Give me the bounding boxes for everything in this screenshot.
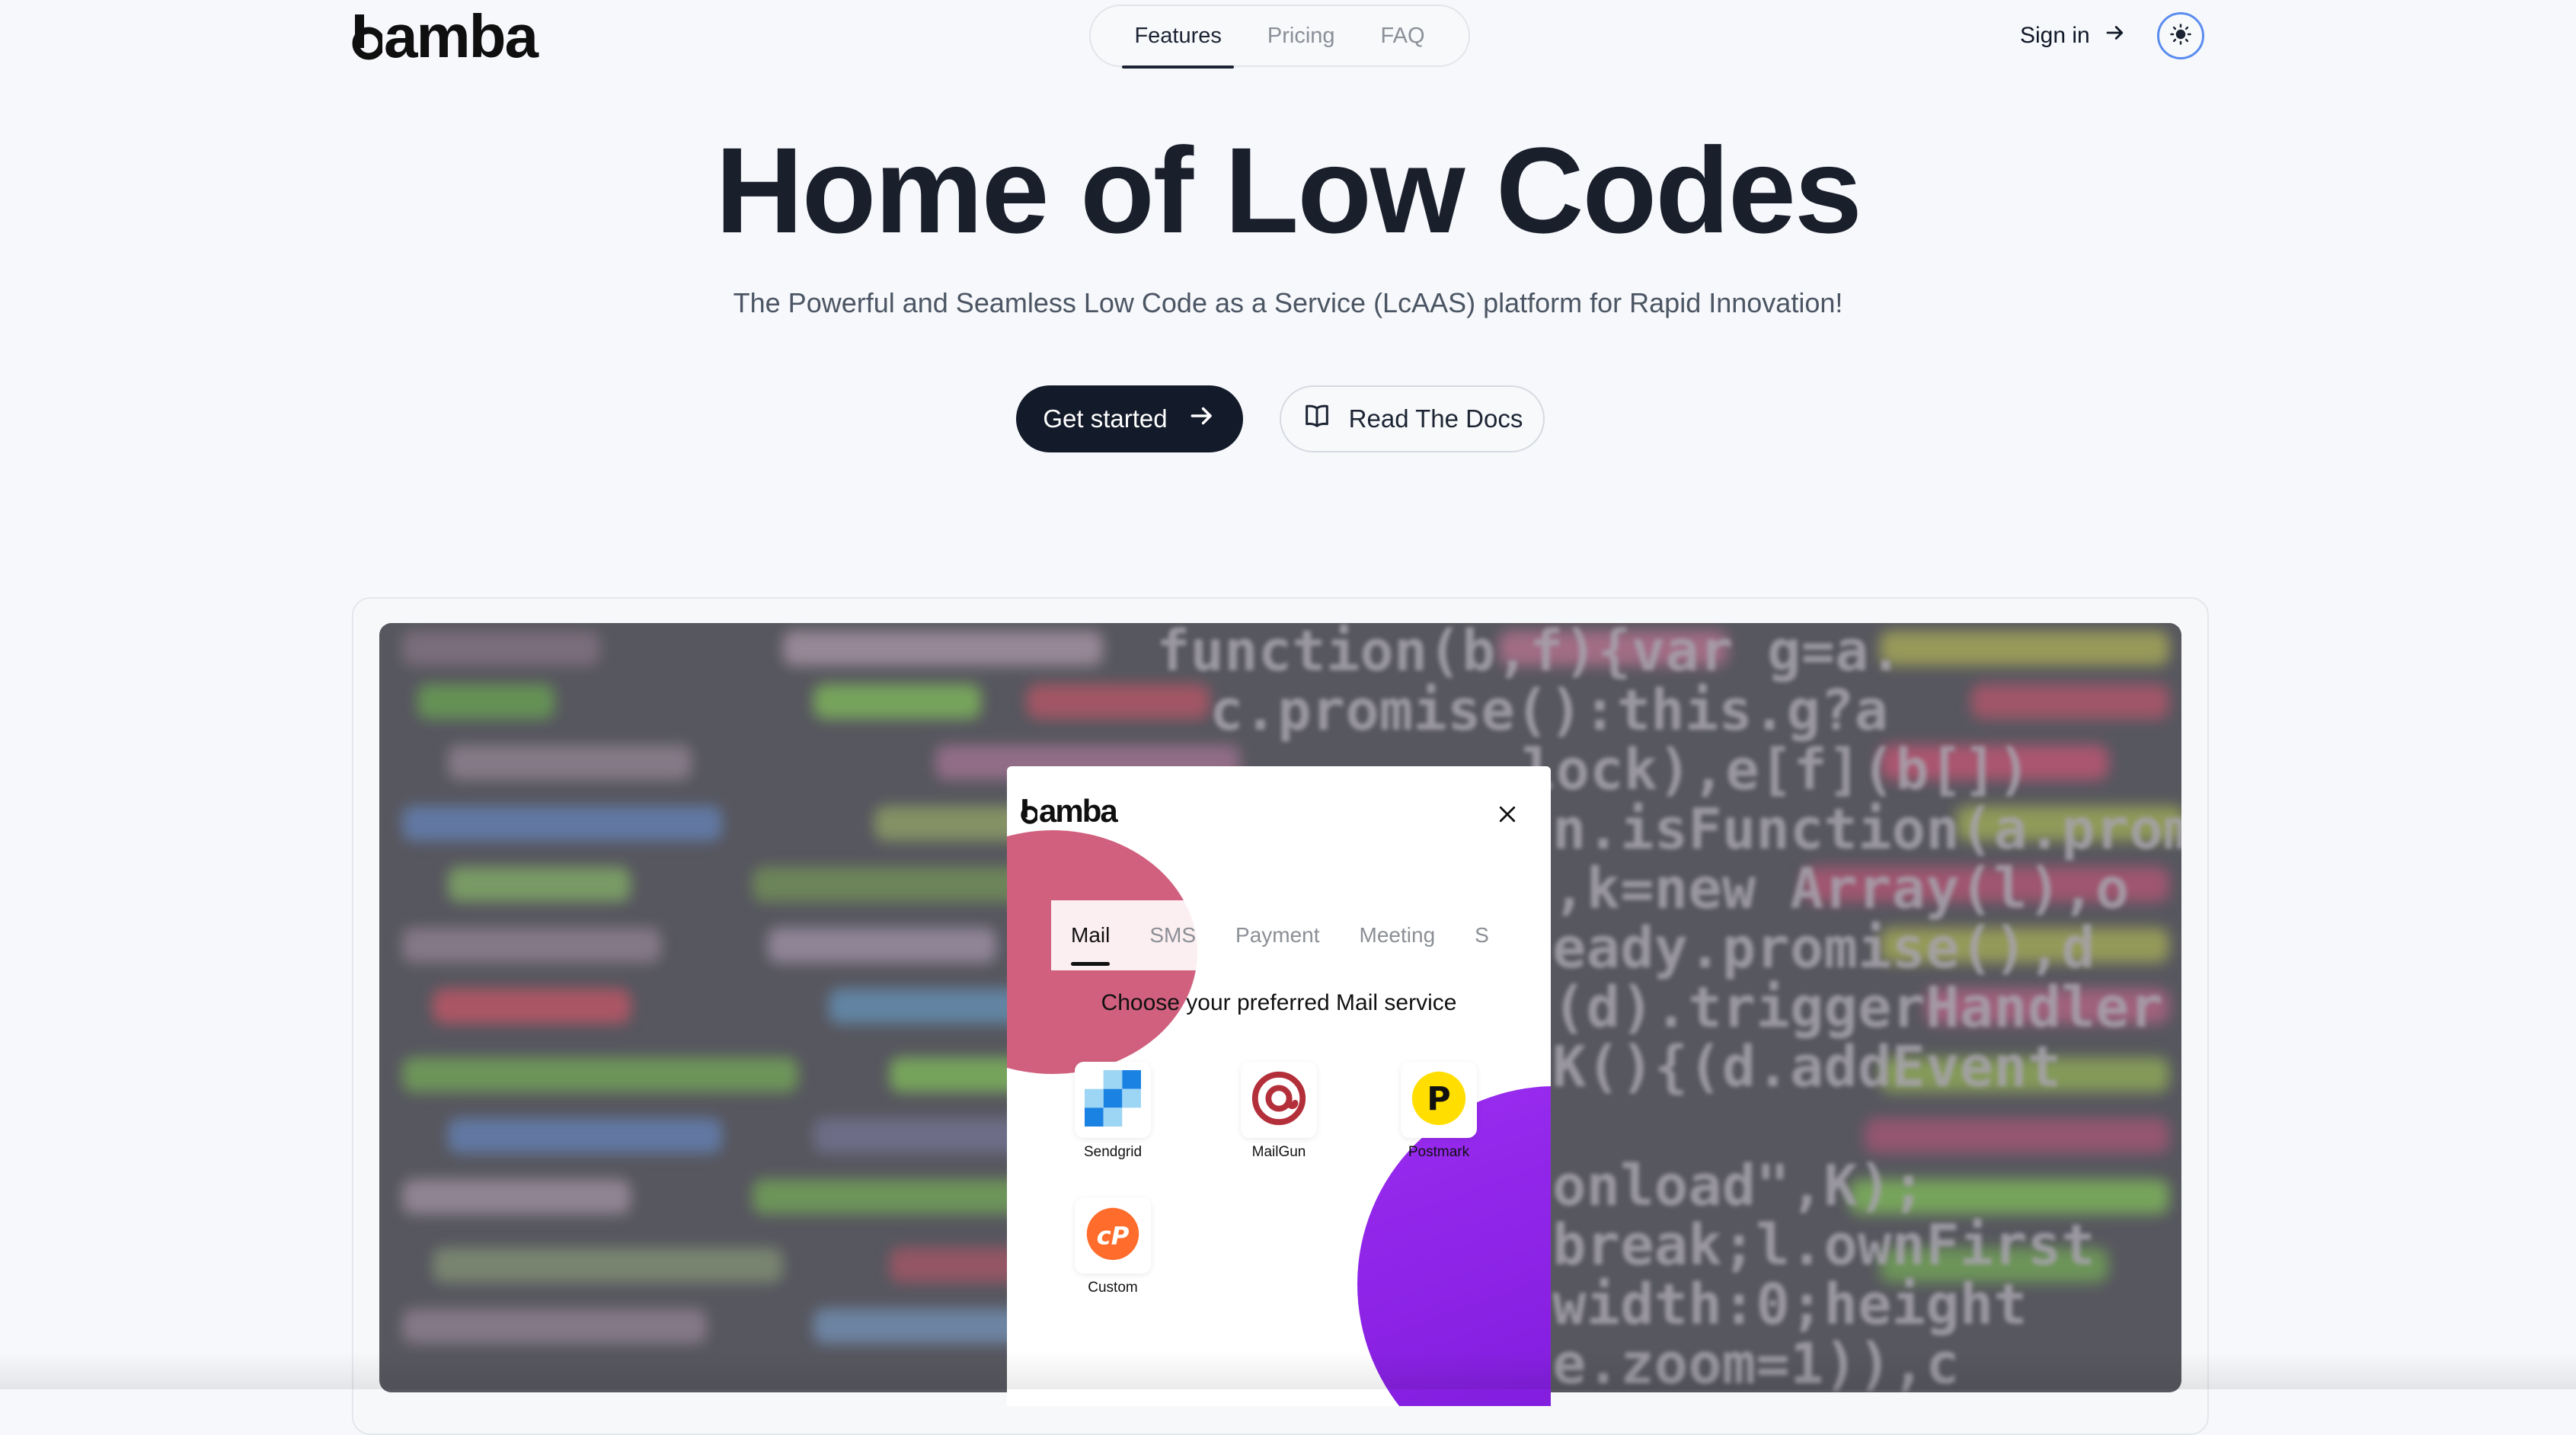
nav-features[interactable]: Features bbox=[1122, 5, 1235, 69]
svg-text:cP: cP bbox=[1097, 1221, 1130, 1250]
sendgrid-icon bbox=[1085, 1069, 1141, 1130]
sign-in-link[interactable]: Sign in bbox=[2020, 17, 2127, 55]
service-tile[interactable]: cP bbox=[1075, 1197, 1151, 1274]
tab-payment[interactable]: Payment bbox=[1216, 900, 1340, 970]
modal-brand-name: amba bbox=[1039, 793, 1118, 829]
service-label: MailGun bbox=[1251, 1144, 1306, 1160]
postmark-icon: P bbox=[1409, 1069, 1469, 1132]
integration-modal: amba Mail SMS Payment Meeting S Choose y… bbox=[1007, 766, 1551, 1406]
service-label: Sendgrid bbox=[1083, 1144, 1143, 1160]
arrow-right-icon bbox=[2104, 21, 2127, 50]
brand-name: amba bbox=[384, 2, 539, 70]
hero-subtitle: The Powerful and Seamless Low Code as a … bbox=[733, 287, 1843, 318]
close-icon[interactable] bbox=[1496, 803, 1519, 826]
modal-brand-logo: amba bbox=[1021, 793, 1118, 829]
tab-meeting[interactable]: Meeting bbox=[1340, 900, 1456, 970]
service-mailgun[interactable]: MailGun bbox=[1237, 1062, 1321, 1161]
read-docs-button[interactable]: Read The Docs bbox=[1280, 385, 1545, 452]
sun-icon bbox=[2169, 23, 2192, 50]
svg-text:P: P bbox=[1427, 1080, 1450, 1118]
service-postmark[interactable]: P Postmark bbox=[1397, 1062, 1481, 1161]
cpanel-icon: cP bbox=[1084, 1205, 1142, 1267]
tab-mail[interactable]: Mail bbox=[1051, 900, 1130, 970]
hero-title: Home of Low Codes bbox=[715, 122, 1862, 258]
service-custom[interactable]: cP Custom bbox=[1071, 1197, 1155, 1296]
service-tile[interactable]: P bbox=[1401, 1062, 1477, 1138]
service-label: Custom bbox=[1088, 1280, 1138, 1296]
tab-overflow[interactable]: S bbox=[1455, 900, 1509, 970]
read-docs-label: Read The Docs bbox=[1348, 404, 1523, 433]
nav-faq[interactable]: FAQ bbox=[1381, 5, 1425, 67]
nav-pricing[interactable]: Pricing bbox=[1267, 5, 1335, 67]
sign-in-label: Sign in bbox=[2020, 23, 2090, 48]
theme-toggle-button[interactable] bbox=[2157, 12, 2204, 59]
logo-mark-icon bbox=[1021, 798, 1039, 824]
get-started-button[interactable]: Get started bbox=[1016, 385, 1243, 452]
bottom-shadow bbox=[0, 1351, 2576, 1389]
service-tabs: Mail SMS Payment Meeting S bbox=[1051, 900, 1508, 970]
tab-sms[interactable]: SMS bbox=[1130, 900, 1216, 970]
arrow-right-icon bbox=[1187, 401, 1216, 436]
logo-mark-icon bbox=[352, 13, 385, 60]
modal-prompt: Choose your preferred Mail service bbox=[1101, 990, 1457, 1015]
mailgun-icon bbox=[1249, 1069, 1309, 1132]
get-started-label: Get started bbox=[1043, 404, 1168, 433]
service-tile[interactable] bbox=[1241, 1062, 1317, 1138]
main-nav: Features Pricing FAQ bbox=[1089, 5, 1470, 69]
service-tile[interactable] bbox=[1075, 1062, 1151, 1138]
book-icon bbox=[1302, 401, 1332, 437]
service-label: Postmark bbox=[1408, 1144, 1470, 1160]
brand-logo[interactable]: amba bbox=[352, 2, 539, 70]
service-sendgrid[interactable]: Sendgrid bbox=[1071, 1062, 1155, 1161]
